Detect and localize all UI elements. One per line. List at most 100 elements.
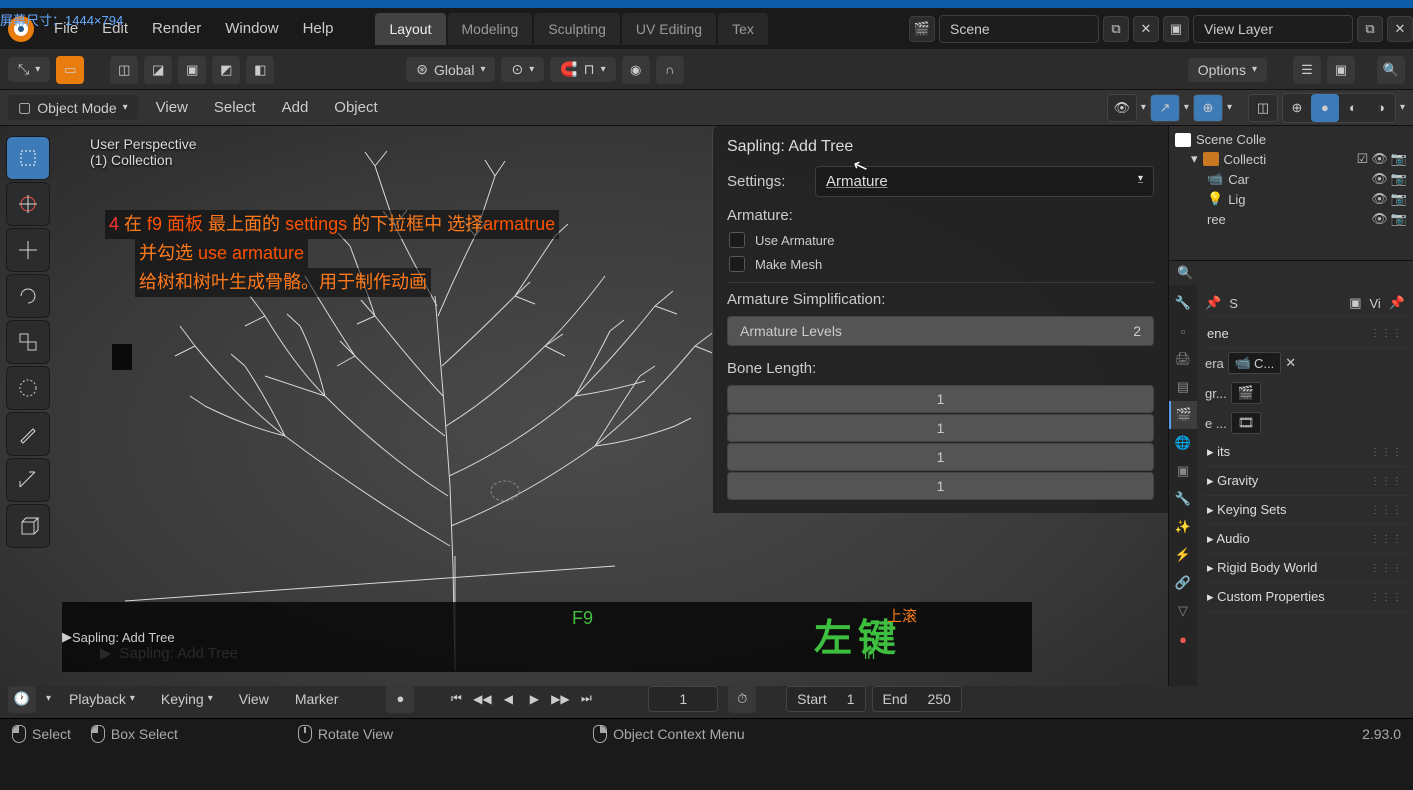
chevron-down-icon[interactable]: ▾ (1191, 151, 1198, 167)
cursor-tool-dropdown[interactable]: ⤡▾ (8, 57, 50, 82)
prop-tab-material[interactable]: ● (1169, 625, 1197, 653)
prop-tab-physics[interactable]: ⚡ (1169, 541, 1197, 569)
eye-icon[interactable]: 👁 (1371, 191, 1388, 207)
prop-tab-constraint[interactable]: 🔗 (1169, 569, 1197, 597)
end-frame-field[interactable]: End250 (872, 686, 962, 712)
tool-annotate[interactable] (6, 412, 50, 456)
prop-tab-scene[interactable]: 🎬 (1169, 401, 1197, 429)
scene-close-icon[interactable]: ✕ (1133, 16, 1159, 42)
select-all-icon[interactable]: ◫ (110, 56, 138, 84)
outliner-item-light[interactable]: 💡Lig 👁📷 (1169, 189, 1413, 209)
make-mesh-row[interactable]: Make Mesh (727, 256, 1154, 272)
prop-panel-units[interactable]: ▸ its⋮⋮⋮ (1203, 438, 1407, 467)
bg-selector[interactable]: 🎬 (1231, 382, 1261, 404)
prop-panel-gravity[interactable]: ▸ Gravity⋮⋮⋮ (1203, 467, 1407, 496)
prop-tab-object[interactable]: ▣ (1169, 457, 1197, 485)
play-reverse-icon[interactable]: ◀ (496, 687, 520, 711)
bone-length-0[interactable]: 1 (727, 385, 1154, 413)
header-object[interactable]: Object (326, 95, 385, 120)
3d-viewport[interactable]: User Perspective (1) Collection 4 在 f9 面… (0, 126, 1168, 686)
xray-icon[interactable]: ◫ (1248, 94, 1278, 122)
header-add[interactable]: Add (274, 95, 317, 120)
viewlayer-close-icon[interactable]: ✕ (1387, 16, 1413, 42)
bone-length-3[interactable]: 1 (727, 472, 1154, 500)
viewlayer-add-icon[interactable]: ⧉ (1357, 16, 1383, 42)
close-icon[interactable]: ✕ (1285, 355, 1296, 371)
eye-icon[interactable]: 👁 (1371, 171, 1388, 187)
jump-start-icon[interactable]: ⏮ (444, 687, 468, 711)
camera-restrict-icon[interactable]: 📷 (1391, 211, 1407, 227)
prop-panel-rigid[interactable]: ▸ Rigid Body World⋮⋮⋮ (1203, 554, 1407, 583)
viewlayer-browse-icon[interactable]: ▣ (1163, 16, 1189, 42)
keying-dropdown[interactable]: Keying▾ (153, 688, 221, 710)
outliner-item-camera[interactable]: 📹Car 👁📷 (1169, 169, 1413, 189)
scene-browse-icon[interactable]: 🎬 (909, 16, 935, 42)
tab-uv-editing[interactable]: UV Editing (622, 13, 716, 45)
visibility-icon[interactable]: 👁 (1107, 94, 1137, 122)
playback-dropdown[interactable]: Playback▾ (61, 688, 143, 710)
pivot-dropdown[interactable]: ⊙▾ (501, 57, 544, 82)
play-icon[interactable]: ▶ (522, 687, 546, 711)
scene-add-icon[interactable]: ⧉ (1103, 16, 1129, 42)
prop-tab-modifier[interactable]: 🔧 (1169, 485, 1197, 513)
clip-selector[interactable]: 🎞 (1231, 412, 1262, 434)
tool-add-cube[interactable] (6, 504, 50, 548)
timeline-editor-icon[interactable]: 🕐 (8, 685, 36, 713)
shading-rendered-icon[interactable]: ◑ (1367, 94, 1395, 122)
select-none-icon[interactable]: ▣ (178, 56, 206, 84)
tool-transform[interactable] (6, 366, 50, 410)
tool-select[interactable] (6, 136, 50, 180)
gizmo-icon[interactable]: ↗ (1150, 94, 1180, 122)
make-mesh-checkbox[interactable] (729, 256, 745, 272)
pin2-icon[interactable]: 📌 (1389, 295, 1405, 311)
select-intersect-icon[interactable]: ◩ (212, 56, 240, 84)
bone-length-1[interactable]: 1 (727, 414, 1154, 442)
current-frame-field[interactable]: 1 (648, 686, 718, 712)
chevron-down-icon[interactable]: ▾ (46, 693, 51, 704)
tab-tex[interactable]: Tex (718, 13, 768, 45)
start-frame-field[interactable]: Start1 (786, 686, 865, 712)
tool-scale[interactable] (6, 320, 50, 364)
camera-restrict-icon[interactable]: 📷 (1391, 191, 1407, 207)
menu-help[interactable]: Help (291, 14, 346, 43)
tool-move[interactable] (6, 228, 50, 272)
chevron-down-icon[interactable]: ▾ (1184, 102, 1189, 113)
auto-keying-icon[interactable]: ● (386, 685, 414, 713)
eye-icon[interactable]: 👁 (1371, 211, 1388, 227)
prop-panel-custom[interactable]: ▸ Custom Properties⋮⋮⋮ (1203, 583, 1407, 612)
use-armature-row[interactable]: Use Armature (727, 232, 1154, 248)
select-box-tool-icon[interactable]: ▭ (56, 56, 84, 84)
outliner-collection[interactable]: ▾ Collecti ☑👁📷 (1169, 149, 1413, 169)
timeline-view[interactable]: View (231, 688, 277, 710)
shading-matpreview-icon[interactable]: ◐ (1339, 94, 1367, 122)
use-armature-checkbox[interactable] (729, 232, 745, 248)
shading-solid-icon[interactable]: ● (1311, 94, 1339, 122)
prop-tab-world[interactable]: 🌐 (1169, 429, 1197, 457)
transform-orientation[interactable]: ⊛Global▾ (406, 57, 495, 82)
menu-window[interactable]: Window (213, 14, 290, 43)
prop-tab-particle[interactable]: ✨ (1169, 513, 1197, 541)
select-subtract-icon[interactable]: ◧ (246, 56, 274, 84)
tool-cursor[interactable] (6, 182, 50, 226)
header-select[interactable]: Select (206, 95, 264, 120)
eye-icon[interactable]: 👁 (1371, 151, 1388, 167)
prop-tab-data[interactable]: ▽ (1169, 597, 1197, 625)
prop-tab-viewlayer[interactable]: ▤ (1169, 373, 1197, 401)
mode-dropdown[interactable]: ▢Object Mode▾ (8, 95, 138, 120)
tab-layout[interactable]: Layout (375, 13, 445, 45)
scene-name-input[interactable]: Scene (939, 15, 1099, 43)
prop-tab-render[interactable]: ▫ (1169, 317, 1197, 345)
outliner-item-tree[interactable]: ree 👁📷 (1169, 209, 1413, 229)
outliner-viewlayer-icon[interactable]: ▣ (1327, 56, 1355, 84)
jump-next-key-icon[interactable]: ▶▶ (548, 687, 572, 711)
chevron-down-icon[interactable]: ▾ (1141, 102, 1146, 113)
preview-range-icon[interactable]: ⏱ (728, 685, 756, 713)
overlays-icon[interactable]: ⊕ (1193, 94, 1223, 122)
outliner-display-icon[interactable]: ☰ (1293, 56, 1321, 84)
search-icon[interactable]: 🔍 (1177, 265, 1193, 281)
view-layer-input[interactable]: View Layer (1193, 15, 1353, 43)
bone-length-2[interactable]: 1 (727, 443, 1154, 471)
checkbox-icon[interactable]: ☑ (1357, 151, 1369, 167)
select-invert-icon[interactable]: ◪ (144, 56, 172, 84)
chevron-down-icon[interactable]: ▾ (1400, 102, 1405, 113)
